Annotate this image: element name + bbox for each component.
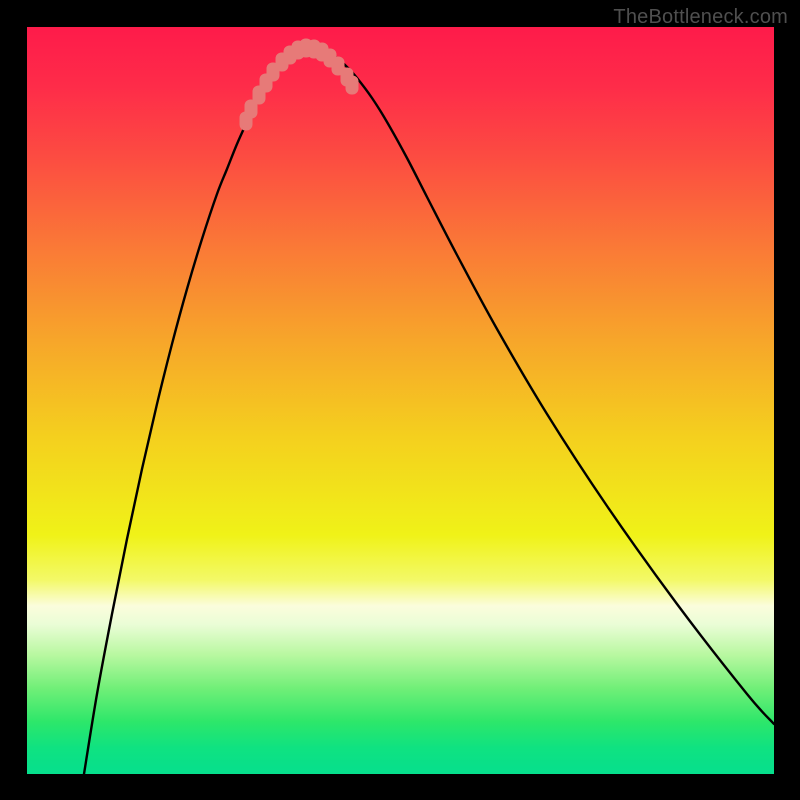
marker-point bbox=[346, 76, 359, 95]
chart-svg bbox=[27, 27, 774, 774]
chart-frame: TheBottleneck.com bbox=[0, 0, 800, 800]
gradient-background bbox=[27, 27, 774, 774]
watermark-text: TheBottleneck.com bbox=[613, 6, 788, 29]
plot-area bbox=[27, 27, 774, 774]
